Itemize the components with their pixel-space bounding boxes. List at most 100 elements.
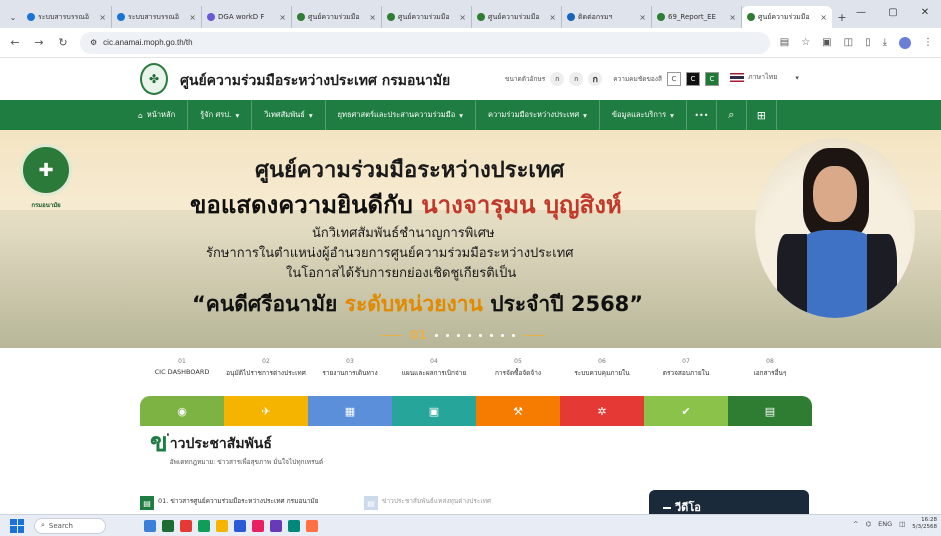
chevron-down-icon: ▾ — [308, 110, 313, 120]
slide-dot[interactable] — [500, 333, 504, 337]
clipboard-icon[interactable]: ✔ — [644, 396, 728, 426]
bookmark-star-icon[interactable]: ☆ — [801, 37, 810, 48]
tab-close-icon[interactable]: × — [189, 13, 196, 22]
contrast-green-button[interactable]: C — [704, 72, 719, 86]
dashboard-icon[interactable]: ◉ — [140, 396, 224, 426]
money-icon[interactable]: ▣ — [392, 396, 476, 426]
tab-close-icon[interactable]: × — [99, 13, 106, 22]
menu-icon[interactable]: ⋮ — [923, 37, 933, 48]
url-input[interactable]: ⚙ cic.anamai.moph.go.th/th — [80, 31, 770, 54]
quick-link[interactable]: 02 อนุมัติไปราชการต่างประเทศ — [224, 358, 308, 378]
nav-services[interactable]: ข้อมูลและบริการ ▾ — [600, 100, 687, 130]
gavel-icon[interactable]: ⚒ — [476, 396, 560, 426]
nav-cooperation[interactable]: ความร่วมมือระหว่างประเทศ ▾ — [476, 100, 600, 130]
quick-link[interactable]: 05 การจัดซื้อจัดจ้าง — [476, 358, 560, 378]
tab-close-icon[interactable]: × — [639, 13, 646, 22]
quick-link-number: 03 — [346, 358, 354, 365]
close-window-icon[interactable]: ✕ — [909, 0, 941, 24]
calendar-icon[interactable]: ▦ — [308, 396, 392, 426]
contrast-normal-button[interactable]: C — [666, 72, 681, 86]
taskbar-app-icon[interactable] — [144, 519, 156, 532]
nav-foreign-relations[interactable]: วิเทศสัมพันธ์ ▾ — [252, 100, 326, 130]
nav-about[interactable]: รู้จัก ศรป. ▾ — [188, 100, 253, 130]
language-indicator[interactable]: ENG — [878, 520, 892, 528]
tab-close-icon[interactable]: × — [369, 13, 376, 22]
news-card-funding[interactable]: ▤ ข่าวประชาสัมพันธ์แหล่งทุนต่างประเทศ — [364, 490, 564, 514]
taskbar-clock[interactable]: 16:28 5/3/2568 — [912, 517, 937, 531]
profile-avatar[interactable] — [899, 36, 911, 49]
taskbar-app-icon[interactable] — [288, 519, 300, 532]
quick-links: 01 CIC DASHBOARD 02 อนุมัติไปราชการต่างประเ… — [0, 348, 941, 428]
font-small-button[interactable]: ก — [550, 72, 565, 86]
taskbar-app-icon[interactable] — [216, 519, 228, 532]
slide-dot[interactable] — [467, 333, 471, 337]
slide-dot[interactable] — [456, 333, 460, 337]
site-info-icon[interactable]: ⚙ — [90, 38, 97, 47]
slide-dot[interactable] — [511, 333, 515, 337]
tab-close-icon[interactable]: × — [549, 13, 556, 22]
minimize-icon[interactable]: — — [845, 0, 877, 24]
sidepanel-icon[interactable]: ▯ — [865, 37, 871, 48]
browser-tab[interactable]: ศูนย์ความร่วมมือ × — [292, 6, 382, 28]
tray-chevron-icon[interactable]: ^ — [853, 520, 858, 528]
nav-home[interactable]: ⌂ หน้าหลัก — [138, 100, 189, 130]
airplane-icon[interactable]: ✈ — [224, 396, 308, 426]
taskbar-app-icon[interactable] — [234, 519, 246, 532]
quick-link[interactable]: 07 ตรวจสอบภายใน — [644, 358, 728, 378]
nav-more-button[interactable]: ••• — [687, 100, 717, 130]
quick-link[interactable]: 01 CIC DASHBOARD — [140, 358, 224, 378]
tab-media-icon[interactable]: ◫ — [844, 37, 853, 48]
gear-icon[interactable]: ✲ — [560, 396, 644, 426]
search-icon[interactable]: ⌕ — [717, 100, 747, 130]
news-card-cic[interactable]: ▤ 01. ข่าวสารศูนย์ความร่วมมือระหว่างประเ… — [140, 490, 355, 514]
quick-link[interactable]: 06 ระบบควบคุมภายใน — [560, 358, 644, 378]
quick-link[interactable]: 04 แผนและผลการเบิกจ่าย — [392, 358, 476, 378]
slide-dot[interactable] — [489, 333, 493, 337]
video-section[interactable]: วีดีโอ — [649, 490, 809, 514]
extension-icon[interactable]: ▣ — [822, 37, 831, 48]
slide-dot[interactable] — [445, 333, 449, 337]
language-select[interactable]: ภาษาไทย ▾ — [730, 72, 799, 83]
taskbar-app-icon[interactable] — [252, 519, 264, 532]
browser-tab[interactable]: ศูนย์ความร่วมมือ × — [382, 6, 472, 28]
tab-close-icon[interactable]: × — [729, 13, 736, 22]
slide-dot[interactable] — [478, 333, 482, 337]
tab-close-icon[interactable]: × — [459, 13, 466, 22]
download-icon[interactable]: ⤓ — [883, 37, 887, 48]
browser-tab[interactable]: ติดต่อกรมฯ × — [562, 6, 652, 28]
browser-tab[interactable]: ศูนย์ความร่วมมือ × — [742, 6, 832, 28]
browser-tab[interactable]: DGA workD F × — [202, 6, 292, 28]
contrast-dark-button[interactable]: C — [685, 72, 700, 86]
browser-tab[interactable]: ศูนย์ความร่วมมือ × — [472, 6, 562, 28]
volume-icon[interactable]: ◫ — [899, 520, 905, 528]
tab-search-chevron-icon[interactable]: ⌄ — [4, 6, 22, 28]
font-large-button[interactable]: ก — [588, 72, 603, 86]
nav-strategy[interactable]: ยุทธศาสตร์และประสานความร่วมมือ ▾ — [326, 100, 476, 130]
font-medium-button[interactable]: ก — [569, 72, 584, 86]
anamai-logo-icon[interactable]: ✤ — [140, 63, 168, 95]
quick-link[interactable]: 08 เอกสารอื่นๆ — [728, 358, 812, 378]
tab-close-icon[interactable]: × — [820, 13, 827, 22]
reload-icon[interactable]: ↻ — [56, 36, 70, 49]
hero-banner[interactable]: ✚ กรมอนามัย ศูนย์ความร่วมมือระหว่างประเท… — [0, 130, 941, 348]
taskbar-app-icon[interactable] — [198, 519, 210, 532]
taskbar-search-input[interactable]: ⌕ Search — [34, 517, 106, 534]
browser-tab[interactable]: ระบบสารบรรณอิ × — [112, 6, 202, 28]
taskbar-app-icon[interactable] — [270, 519, 282, 532]
browser-tab[interactable]: ระบบสารบรรณอิ × — [22, 6, 112, 28]
tab-close-icon[interactable]: × — [279, 13, 286, 22]
browser-tab[interactable]: 69_Report_EE × — [652, 6, 742, 28]
maximize-icon[interactable]: ▢ — [877, 0, 909, 24]
slide-dot[interactable] — [434, 333, 438, 337]
windows-start-icon[interactable] — [10, 518, 24, 533]
translate-icon[interactable]: ▤ — [780, 37, 789, 48]
taskbar-app-icon[interactable] — [162, 519, 174, 532]
sitemap-icon[interactable]: ⊞ — [747, 100, 777, 130]
forward-icon[interactable]: → — [32, 36, 46, 49]
network-icon[interactable]: ⌬ — [865, 520, 871, 528]
taskbar-app-icon[interactable] — [180, 519, 192, 532]
taskbar-app-icon[interactable] — [306, 519, 318, 532]
back-icon[interactable]: ← — [8, 36, 22, 49]
quick-link[interactable]: 03 รายงานการเดินทาง — [308, 358, 392, 378]
document-icon[interactable]: ▤ — [728, 396, 812, 426]
